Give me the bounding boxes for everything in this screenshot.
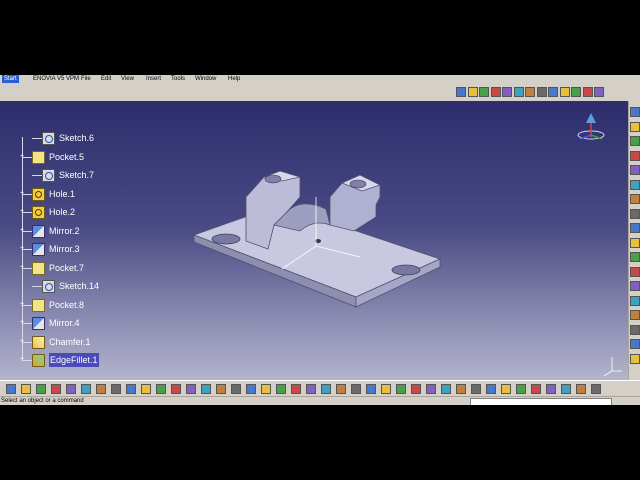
command-input[interactable] [470,398,612,405]
toolbar-tool-icon[interactable] [630,179,640,190]
menu-edit[interactable]: Edit [101,75,111,83]
right-toolbar [628,101,640,380]
toolbar-tool-icon[interactable] [576,384,586,394]
toolbar-tool-icon[interactable] [291,384,301,394]
toolbar-tool-icon[interactable] [559,87,570,97]
right-bolt-hole [391,264,421,276]
toolbar-tool-icon[interactable] [479,87,489,97]
menu-bar: Start ENOVIA V5 VPM File Edit View Inser… [0,75,640,83]
toolbar-tool-icon[interactable] [525,87,535,97]
toolbar-tool-icon[interactable] [513,87,524,97]
toolbar-tool-icon[interactable] [216,384,226,394]
toolbar-tool-icon[interactable] [561,384,571,394]
right-oil-hole [349,179,367,189]
bottom-toolbar [0,380,640,397]
toolbar-tool-icon[interactable] [536,87,547,97]
toolbar-tool-icon[interactable] [630,252,640,262]
toolbar-tool-icon[interactable] [411,384,421,394]
toolbar-tool-icon[interactable] [321,384,331,394]
toolbar-tool-icon[interactable] [486,384,496,394]
toolbar-tool-icon[interactable] [630,150,640,161]
toolbar-tool-icon[interactable] [141,384,151,394]
left-bolt-hole [211,233,241,245]
toolbar-tool-icon[interactable] [630,194,640,204]
toolbar-tool-icon[interactable] [548,87,558,97]
toolbar-tool-icon[interactable] [351,384,361,394]
toolbar-tool-icon[interactable] [231,384,241,394]
part-model[interactable] [0,101,628,380]
toolbar-tool-icon[interactable] [630,324,640,335]
toolbar-tool-icon[interactable] [21,384,31,394]
toolbar-tool-icon[interactable] [261,384,271,394]
toolbar-tool-icon[interactable] [201,384,211,394]
toolbar-tool-icon[interactable] [467,87,478,97]
toolbar-tool-icon[interactable] [471,384,481,394]
right-pillar-face [329,182,381,232]
toolbar-tool-icon[interactable] [111,384,121,394]
toolbar-tool-icon[interactable] [630,281,640,291]
toolbar-tool-icon[interactable] [6,384,16,394]
toolbar-tool-icon[interactable] [426,384,436,394]
toolbar-tool-icon[interactable] [546,384,556,394]
toolbar-tool-icon[interactable] [591,384,601,394]
toolbar-tool-icon[interactable] [336,384,346,394]
toolbar-tool-icon[interactable] [630,136,640,146]
menu-tools[interactable]: Tools [171,75,185,83]
toolbar-tool-icon[interactable] [276,384,286,394]
toolbar-tool-icon[interactable] [456,384,466,394]
toolbar-tool-icon[interactable] [36,384,46,394]
menu-insert[interactable]: Insert [146,75,161,83]
menu-view[interactable]: View [121,75,134,83]
left-oil-hole [264,174,282,184]
toolbar-tool-icon[interactable] [126,384,136,394]
toolbar-tool-icon[interactable] [51,384,61,394]
menu-help[interactable]: Help [228,75,240,83]
toolbar-tool-icon[interactable] [630,165,640,175]
toolbar-tool-icon[interactable] [246,384,256,394]
mini-axis-icon [603,357,622,377]
toolbar-tool-icon[interactable] [531,384,541,394]
toolbar-tool-icon[interactable] [630,107,640,117]
toolbar-tool-icon[interactable] [81,384,91,394]
toolbar-tool-icon[interactable] [516,384,526,394]
toolbar-tool-icon[interactable] [456,87,466,97]
toolbar-tool-icon[interactable] [502,87,512,97]
toolbar-tool-icon[interactable] [306,384,316,394]
toolbar-tool-icon[interactable] [490,87,501,97]
toolbar-tool-icon[interactable] [501,384,511,394]
toolbar-tool-icon[interactable] [630,237,640,248]
menu-file[interactable]: File [81,75,91,83]
toolbar-tool-icon[interactable] [96,384,106,394]
toolbar-tool-icon[interactable] [594,87,604,97]
toolbar-tool-icon[interactable] [171,384,181,394]
3d-viewport[interactable]: Sketch.6 + Pocket.5 Sketch.7 + Hole.1 + Hole.2 +… [0,101,628,380]
toolbar-tool-icon[interactable] [630,353,640,364]
toolbar-tool-icon[interactable] [630,121,640,132]
menu-start[interactable]: Start [2,75,19,83]
menu-window[interactable]: Window [195,75,216,83]
toolbar-tool-icon[interactable] [66,384,76,394]
toolbar-tool-icon[interactable] [630,310,640,320]
toolbar-tool-icon[interactable] [630,339,640,349]
toolbar-tool-icon[interactable] [381,384,391,394]
toolbar-tool-icon[interactable] [630,266,640,277]
toolbar-tool-icon[interactable] [571,87,581,97]
status-message: Select an object or a command [1,398,84,404]
status-bar: Select an object or a command [0,396,640,405]
top-toolbar [0,83,640,102]
catia-window: Start ENOVIA V5 VPM File Edit View Inser… [0,75,640,405]
toolbar-tool-icon[interactable] [630,223,640,233]
toolbar-tool-icon[interactable] [630,295,640,306]
toolbar-tool-icon[interactable] [582,87,593,97]
compass-icon[interactable] [577,113,605,140]
menu-enovia[interactable]: ENOVIA V5 VPM [33,75,79,83]
toolbar-tool-icon[interactable] [396,384,406,394]
toolbar-tool-icon[interactable] [156,384,166,394]
toolbar-tool-icon[interactable] [630,208,640,219]
toolbar-tool-icon[interactable] [441,384,451,394]
toolbar-tool-icon[interactable] [366,384,376,394]
toolbar-tool-icon[interactable] [186,384,196,394]
